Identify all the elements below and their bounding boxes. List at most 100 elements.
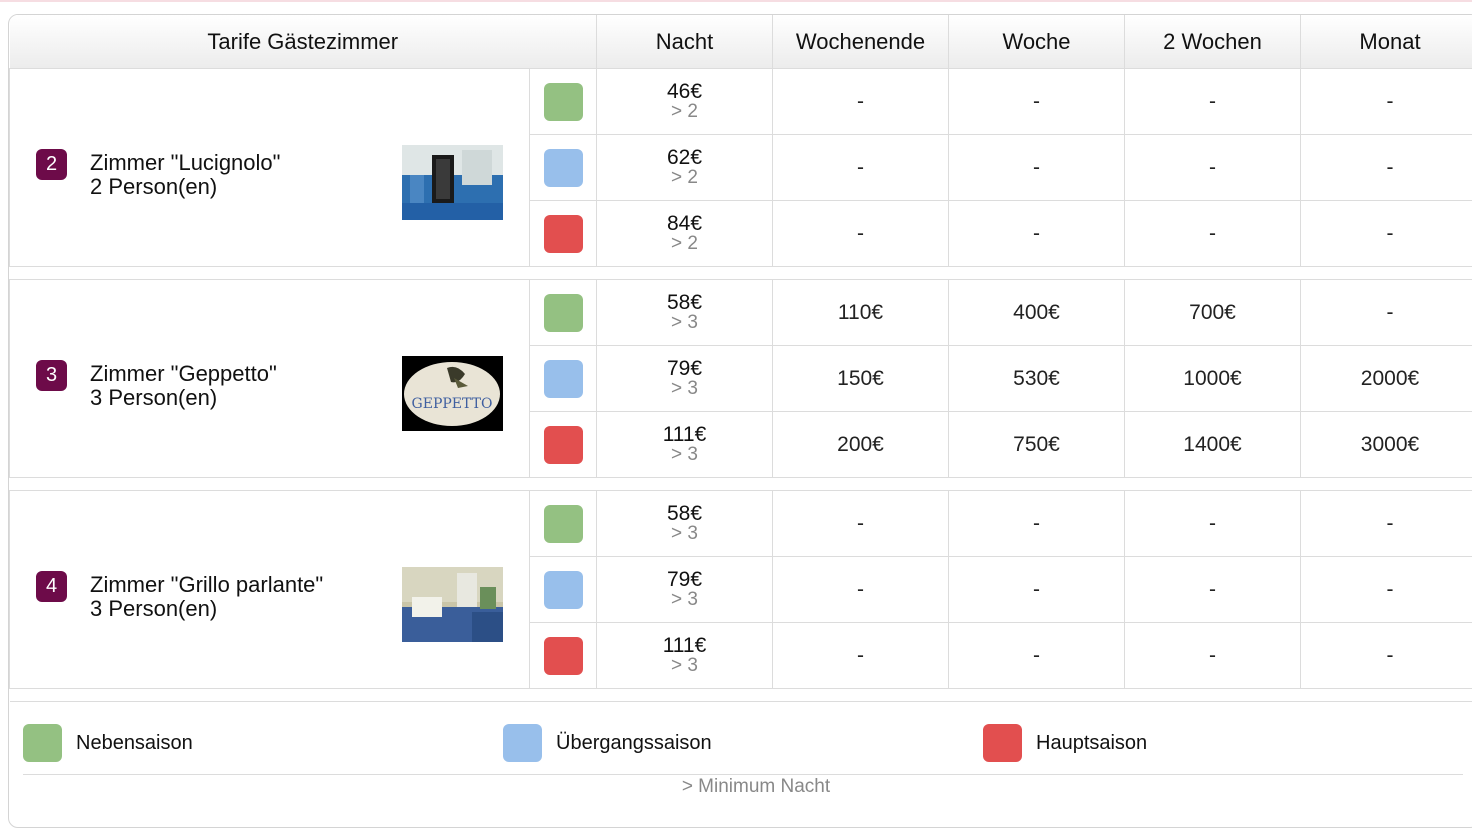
two-weeks-price: 1400€ (1183, 433, 1241, 456)
season-swatch-cell (530, 491, 597, 557)
column-header-night: Nacht (597, 15, 773, 69)
season-legend: Nebensaison Übergangssaison Hauptsaison (23, 721, 1463, 781)
night-price-cell: 84€> 2 (597, 201, 773, 267)
season-swatch-cell (530, 623, 597, 689)
room-capacity: 3 Person(en) (90, 386, 277, 410)
weekend-price-cell: 200€ (773, 412, 949, 478)
two-weeks-price-cell: - (1125, 201, 1301, 267)
two-weeks-price: - (1209, 156, 1216, 179)
minimum-nights: > 3 (597, 656, 772, 676)
night-price-cell: 58€> 3 (597, 491, 773, 557)
night-price-cell: 79€> 3 (597, 346, 773, 412)
weekend-price: - (857, 644, 864, 667)
room-photo[interactable] (402, 567, 503, 642)
two-weeks-price-cell: - (1125, 557, 1301, 623)
night-price: 62€ (597, 147, 772, 168)
night-price-cell: 46€> 2 (597, 69, 773, 135)
month-price-cell: - (1301, 69, 1472, 135)
rates-table: Tarife Gästezimmer Nacht Wochenende Woch… (9, 15, 1472, 702)
rates-panel: Tarife Gästezimmer Nacht Wochenende Woch… (8, 14, 1472, 828)
season-swatch (544, 149, 583, 187)
week-price-cell: - (949, 69, 1125, 135)
week-price: - (1033, 578, 1040, 601)
weekend-price-cell: - (773, 69, 949, 135)
two-weeks-price-cell: - (1125, 623, 1301, 689)
night-price-cell: 111€> 3 (597, 623, 773, 689)
room-title: Zimmer "Geppetto"3 Person(en) (90, 362, 277, 410)
month-price: - (1387, 90, 1394, 113)
top-accent-line (0, 0, 1472, 2)
rate-row: 3Zimmer "Geppetto"3 Person(en)GEPPETTO58… (10, 280, 1472, 346)
month-price-cell: - (1301, 623, 1472, 689)
season-swatch (544, 571, 583, 609)
room-number-badge: 2 (36, 149, 67, 180)
two-weeks-price: - (1209, 644, 1216, 667)
minimum-nights: > 3 (597, 313, 772, 333)
month-price-cell: - (1301, 135, 1472, 201)
room-title: Zimmer "Grillo parlante"3 Person(en) (90, 573, 323, 621)
room-name: Zimmer "Grillo parlante" (90, 573, 323, 597)
column-header-month: Monat (1301, 15, 1472, 69)
minimum-nights-note: > Minimum Nacht (0, 776, 1472, 798)
week-price-cell: 400€ (949, 280, 1125, 346)
table-header: Tarife Gästezimmer Nacht Wochenende Woch… (10, 15, 1472, 69)
weekend-price: - (857, 90, 864, 113)
room-separator (10, 478, 1472, 491)
room-number-badge: 4 (36, 571, 67, 602)
season-swatch-cell (530, 135, 597, 201)
minimum-nights: > 3 (597, 524, 772, 544)
night-price: 58€ (597, 292, 772, 313)
two-weeks-price-cell: 700€ (1125, 280, 1301, 346)
week-price: - (1033, 90, 1040, 113)
month-price: - (1387, 156, 1394, 179)
weekend-price-cell: - (773, 201, 949, 267)
night-price: 84€ (597, 213, 772, 234)
night-price: 111€ (597, 424, 772, 445)
weekend-price-cell: 110€ (773, 280, 949, 346)
week-price-cell: - (949, 623, 1125, 689)
weekend-price-cell: - (773, 557, 949, 623)
week-price: - (1033, 512, 1040, 535)
rate-row: 2Zimmer "Lucignolo"2 Person(en)46€> 2---… (10, 69, 1472, 135)
legend-swatch-hauptsaison (983, 724, 1022, 762)
week-price: 400€ (1013, 301, 1060, 324)
season-swatch (544, 426, 583, 464)
month-price: - (1387, 222, 1394, 245)
night-price: 79€ (597, 569, 772, 590)
season-swatch-cell (530, 69, 597, 135)
season-swatch-cell (530, 557, 597, 623)
week-price-cell: - (949, 557, 1125, 623)
season-swatch-cell (530, 412, 597, 478)
legend-item-nebensaison: Nebensaison (23, 723, 193, 763)
week-price-cell: - (949, 491, 1125, 557)
weekend-price: 110€ (838, 301, 883, 324)
legend-swatch-nebensaison (23, 724, 62, 762)
two-weeks-price-cell: - (1125, 491, 1301, 557)
room-cell: 3Zimmer "Geppetto"3 Person(en)GEPPETTO (10, 280, 530, 478)
legend-label: Hauptsaison (1036, 732, 1147, 755)
legend-label: Übergangssaison (556, 732, 712, 755)
room-capacity: 2 Person(en) (90, 175, 280, 199)
two-weeks-price: 1000€ (1183, 367, 1241, 390)
month-price: - (1387, 578, 1394, 601)
separator-cell (10, 478, 1472, 491)
room-photo[interactable] (402, 145, 503, 220)
two-weeks-price: - (1209, 222, 1216, 245)
table-title: Tarife Gästezimmer (10, 15, 597, 69)
column-header-two-weeks: 2 Wochen (1125, 15, 1301, 69)
two-weeks-price-cell: - (1125, 69, 1301, 135)
minimum-nights: > 3 (597, 379, 772, 399)
legend-swatch-uebergangssaison (503, 724, 542, 762)
room-name: Zimmer "Geppetto" (90, 362, 277, 386)
two-weeks-price: - (1209, 512, 1216, 535)
room-capacity: 3 Person(en) (90, 597, 323, 621)
week-price-cell: - (949, 201, 1125, 267)
weekend-price-cell: - (773, 491, 949, 557)
month-price-cell: 2000€ (1301, 346, 1472, 412)
week-price-cell: 750€ (949, 412, 1125, 478)
room-photo[interactable]: GEPPETTO (402, 356, 503, 431)
night-price-cell: 79€> 3 (597, 557, 773, 623)
svg-text:GEPPETTO: GEPPETTO (412, 396, 493, 412)
minimum-nights: > 2 (597, 168, 772, 188)
weekend-price-cell: - (773, 135, 949, 201)
